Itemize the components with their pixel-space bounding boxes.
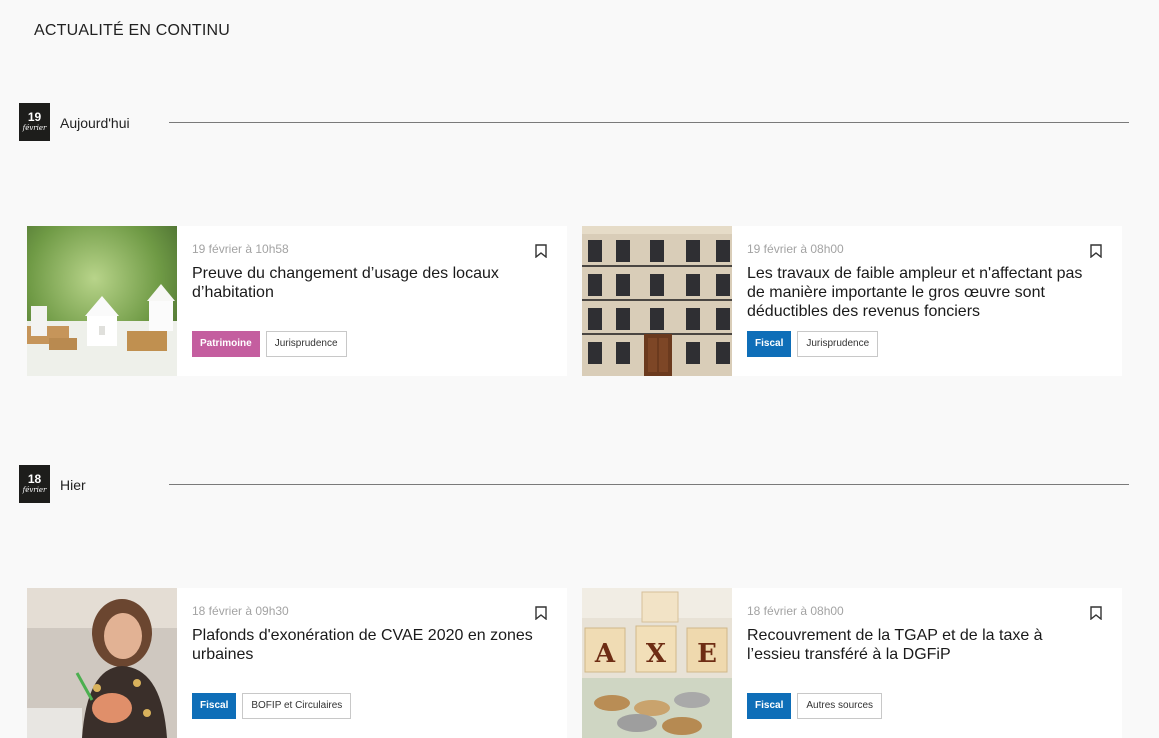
article-card[interactable]: A X E 18 février à 08h00 Recouvrement de… <box>582 588 1122 738</box>
article-date: 19 février à 10h58 <box>192 242 289 256</box>
tag-jurisprudence[interactable]: Jurisprudence <box>265 331 347 357</box>
bookmark-icon[interactable] <box>535 606 547 621</box>
article-card[interactable]: 19 février à 08h00 Les travaux de faible… <box>582 226 1122 376</box>
article-date: 19 février à 08h00 <box>747 242 844 256</box>
date-badge-day: 18 <box>27 472 42 486</box>
tag-autres-sources[interactable]: Autres sources <box>797 693 883 719</box>
article-title[interactable]: Preuve du changement d’usage des locaux … <box>192 264 537 302</box>
bookmark-icon[interactable] <box>535 244 547 259</box>
article-title[interactable]: Plafonds d'exonération de CVAE 2020 en z… <box>192 626 537 664</box>
article-thumbnail[interactable] <box>27 588 177 738</box>
article-title[interactable]: Recouvrement de la TGAP et de la taxe à … <box>747 626 1092 664</box>
bookmark-icon[interactable] <box>1090 244 1102 259</box>
axe-block-text: X <box>646 639 667 669</box>
date-badge: 18 février <box>19 465 50 503</box>
day-label: Aujourd'hui <box>60 115 130 131</box>
article-date: 18 février à 08h00 <box>747 604 844 618</box>
article-tags: Patrimoine Jurisprudence <box>192 331 347 357</box>
date-badge-month: février <box>22 486 47 494</box>
tag-bofip-circulaires[interactable]: BOFIP et Circulaires <box>242 693 352 719</box>
tag-fiscal[interactable]: Fiscal <box>747 693 792 719</box>
article-thumbnail[interactable] <box>582 226 732 376</box>
article-tags: Fiscal BOFIP et Circulaires <box>192 693 352 719</box>
article-date: 18 février à 09h30 <box>192 604 289 618</box>
article-card[interactable]: 18 février à 09h30 Plafonds d'exonératio… <box>27 588 567 738</box>
article-tags: Fiscal Jurisprudence <box>747 331 879 357</box>
date-badge: 19 février <box>19 103 50 141</box>
date-badge-day: 19 <box>27 110 42 124</box>
tag-fiscal[interactable]: Fiscal <box>192 693 237 719</box>
page-title: ACTUALITÉ EN CONTINU <box>34 22 231 39</box>
tag-jurisprudence[interactable]: Jurisprudence <box>797 331 879 357</box>
article-thumbnail[interactable]: A X E <box>582 588 732 738</box>
article-thumbnail[interactable] <box>27 226 177 376</box>
axe-block-text: A <box>594 639 616 669</box>
article-title[interactable]: Les travaux de faible ampleur et n'affec… <box>747 264 1092 321</box>
bookmark-icon[interactable] <box>1090 606 1102 621</box>
day-label: Hier <box>60 477 86 493</box>
axe-block-text: E <box>697 639 717 669</box>
day-divider <box>169 122 1129 123</box>
article-tags: Fiscal Autres sources <box>747 693 883 719</box>
tag-fiscal[interactable]: Fiscal <box>747 331 792 357</box>
day-divider <box>169 484 1129 485</box>
tag-patrimoine[interactable]: Patrimoine <box>192 331 260 357</box>
date-badge-month: février <box>22 124 47 132</box>
article-card[interactable]: 19 février à 10h58 Preuve du changement … <box>27 226 567 376</box>
